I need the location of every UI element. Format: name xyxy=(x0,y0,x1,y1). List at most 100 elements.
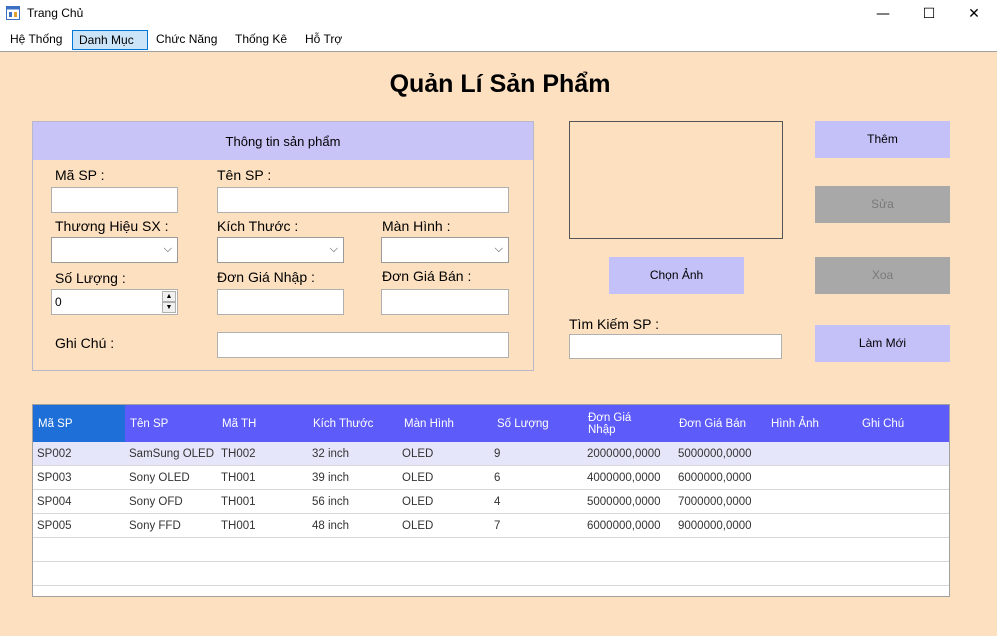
man-hinh-label: Màn Hình : xyxy=(382,218,451,234)
table-cell: TH001 xyxy=(221,520,256,532)
table-cell: Sony OFD xyxy=(129,496,183,508)
them-button[interactable]: Thêm xyxy=(815,121,950,158)
table-cell xyxy=(766,490,770,514)
table-cell: 7 xyxy=(494,520,501,532)
caret-up-icon[interactable]: ▲ xyxy=(162,291,176,302)
table-cell: TH001 xyxy=(221,472,256,484)
kich-thuoc-label: Kích Thước : xyxy=(217,218,299,234)
table-cell: 6 xyxy=(494,472,501,484)
so-luong-value: 0 xyxy=(55,295,62,309)
don-gia-nhap-input[interactable] xyxy=(217,289,344,315)
window-title: Trang Chủ xyxy=(27,6,84,20)
table-cell: SamSung OLED xyxy=(129,448,215,460)
column-header[interactable]: Đơn Giá Nhập xyxy=(583,405,643,442)
tim-kiem-label: Tìm Kiếm SP : xyxy=(569,316,659,332)
table-cell: 39 inch xyxy=(312,472,350,484)
search-input[interactable] xyxy=(569,334,782,359)
table-cell xyxy=(766,514,770,538)
sua-button[interactable]: Sửa xyxy=(815,186,950,223)
table-cell: OLED xyxy=(402,472,434,484)
table-cell: SP005 xyxy=(37,520,72,532)
app-icon xyxy=(6,6,20,20)
column-header[interactable]: Kích Thước xyxy=(308,405,400,442)
menu-ho-tro[interactable]: Hỗ Trợ xyxy=(299,30,348,50)
caret-down-icon[interactable]: ▼ xyxy=(162,302,176,313)
column-header[interactable]: Mã SP xyxy=(33,405,125,442)
table-row[interactable]: SP003 Sony OLED TH001 39 inch OLED 6 400… xyxy=(33,466,949,490)
table-cell xyxy=(857,490,861,514)
close-button[interactable]: ✕ xyxy=(951,0,997,28)
thuong-hieu-select[interactable]: ⌵ xyxy=(51,237,178,263)
xoa-button[interactable]: Xoa xyxy=(815,257,950,294)
column-header[interactable]: Ghi Chú xyxy=(857,405,949,442)
menu-chuc-nang[interactable]: Chức Năng xyxy=(150,30,223,50)
column-header[interactable]: Số Lượng xyxy=(492,405,584,442)
column-header[interactable]: Màn Hình xyxy=(399,405,491,442)
man-hinh-select[interactable]: ⌵ xyxy=(381,237,509,263)
table-cell: TH001 xyxy=(221,496,256,508)
table-cell: 2000000,0000 xyxy=(587,448,661,460)
table-cell: 4000000,0000 xyxy=(587,472,661,484)
chon-anh-button[interactable]: Chọn Ảnh xyxy=(609,257,744,294)
table-cell: Sony FFD xyxy=(129,520,181,532)
table-cell: SP003 xyxy=(37,472,72,484)
lam-moi-button[interactable]: Làm Mới xyxy=(815,325,950,362)
table-cell: 48 inch xyxy=(312,520,350,532)
don-gia-ban-input[interactable] xyxy=(381,289,509,315)
table-row[interactable]: SP005 Sony FFD TH001 48 inch OLED 7 6000… xyxy=(33,514,949,538)
table-cell: TH002 xyxy=(221,448,256,460)
menu-danh-muc[interactable]: Danh Mục xyxy=(72,30,148,50)
column-header[interactable]: Đơn Giá Bán xyxy=(674,405,766,442)
table-cell xyxy=(857,466,861,490)
table-cell xyxy=(857,514,861,538)
table-cell: SP004 xyxy=(37,496,72,508)
chevron-down-icon: ⌵ xyxy=(329,243,338,255)
table-cell: 6000000,0000 xyxy=(587,520,661,532)
table-cell: 9000000,0000 xyxy=(678,520,752,532)
menu-thong-ke[interactable]: Thống Kê xyxy=(229,30,293,50)
grid-header: Mã SP Tên SP Mã TH Kích Thước Màn Hình S… xyxy=(33,405,949,442)
product-image-box xyxy=(569,121,783,239)
column-header[interactable]: Tên SP xyxy=(125,405,217,442)
kich-thuoc-select[interactable]: ⌵ xyxy=(217,237,344,263)
page-title: Quản Lí Sản Phẩm xyxy=(389,70,611,98)
minimize-button[interactable]: — xyxy=(860,0,906,28)
ten-sp-label: Tên SP : xyxy=(217,167,272,183)
table-cell: 7000000,0000 xyxy=(678,496,752,508)
table-cell: 32 inch xyxy=(312,448,350,460)
table-cell: 5000000,0000 xyxy=(678,448,752,460)
table-row-empty xyxy=(33,538,949,562)
don-gia-ban-label: Đơn Giá Bán : xyxy=(382,268,472,284)
ghi-chu-input[interactable] xyxy=(217,332,509,358)
ma-sp-label: Mã SP : xyxy=(55,167,105,183)
table-row-empty xyxy=(33,562,949,586)
table-row[interactable]: SP002 SamSung OLED TH002 32 inch OLED 9 … xyxy=(33,442,949,466)
ghi-chu-label: Ghi Chú : xyxy=(55,335,115,351)
menu-he-thong[interactable]: Hệ Thống xyxy=(4,30,68,50)
so-luong-stepper[interactable]: 0 ▲ ▼ xyxy=(51,289,178,315)
table-cell: OLED xyxy=(402,496,434,508)
ten-sp-input[interactable] xyxy=(217,187,509,213)
table-cell xyxy=(766,466,770,490)
table-cell: 5000000,0000 xyxy=(587,496,661,508)
ma-sp-input[interactable] xyxy=(51,187,178,213)
product-info-header: Thông tin sản phẩm xyxy=(33,122,533,160)
table-cell: 6000000,0000 xyxy=(678,472,752,484)
menu-bar: Hệ Thống Danh Mục Chức Năng Thống Kê Hỗ … xyxy=(0,28,997,52)
so-luong-label: Số Lượng : xyxy=(55,270,126,286)
don-gia-nhap-label: Đơn Giá Nhập : xyxy=(217,269,315,285)
column-header[interactable]: Mã TH xyxy=(217,405,309,442)
product-grid: Mã SP Tên SP Mã TH Kích Thước Màn Hình S… xyxy=(32,404,950,597)
maximize-button[interactable]: ☐ xyxy=(906,0,952,28)
column-header[interactable]: Hình Ảnh xyxy=(766,405,858,442)
chevron-down-icon: ⌵ xyxy=(494,243,503,255)
table-cell: OLED xyxy=(402,520,434,532)
chevron-down-icon: ⌵ xyxy=(163,243,172,255)
table-cell: 56 inch xyxy=(312,496,350,508)
title-bar: Trang Chủ — ☐ ✕ xyxy=(0,0,997,28)
product-info-panel: Thông tin sản phẩm Mã SP : Tên SP : Thươ… xyxy=(32,121,534,371)
table-cell xyxy=(857,442,861,466)
table-cell: 9 xyxy=(494,448,501,460)
table-cell: Sony OLED xyxy=(129,472,190,484)
table-row[interactable]: SP004 Sony OFD TH001 56 inch OLED 4 5000… xyxy=(33,490,949,514)
